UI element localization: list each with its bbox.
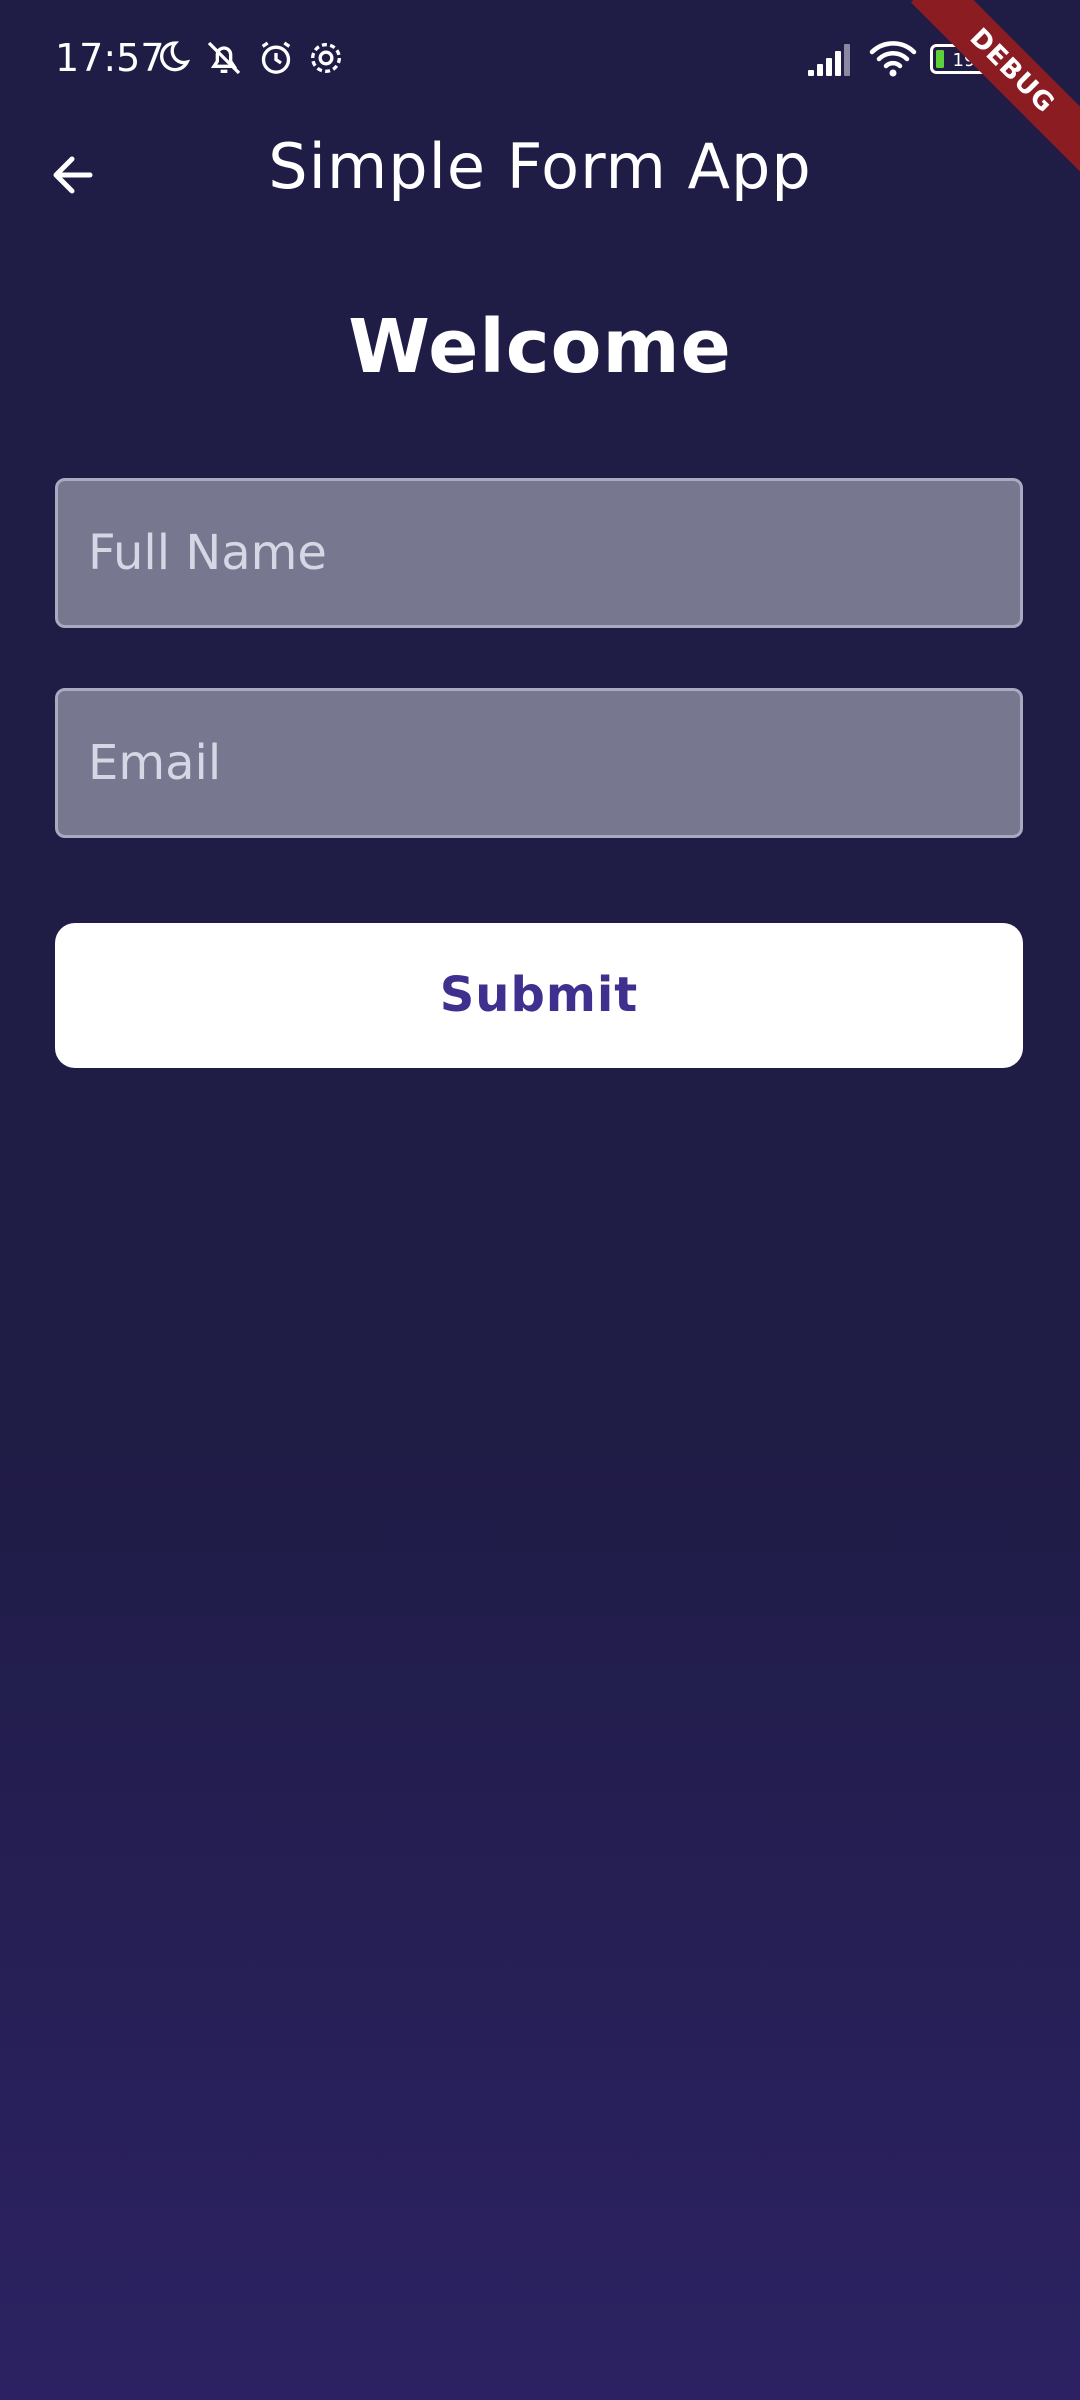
full-name-field[interactable]: [55, 478, 1023, 628]
wifi-icon: [868, 38, 918, 78]
bell-off-icon: [204, 38, 244, 78]
email-field[interactable]: [55, 688, 1023, 838]
submit-button[interactable]: Submit: [55, 923, 1023, 1068]
app-title: Simple Form App: [268, 130, 812, 203]
status-bar: 17:57 19: [0, 0, 1080, 120]
settings-icon: [306, 38, 346, 78]
email-input[interactable]: [58, 691, 1020, 835]
welcome-heading: Welcome: [348, 304, 732, 390]
moon-icon: [152, 38, 192, 78]
signal-icon: [806, 42, 856, 76]
app-bar: Simple Form App: [0, 120, 1080, 220]
battery-level: 19: [953, 50, 976, 71]
status-time: 17:57: [55, 36, 165, 80]
alarm-icon: [256, 38, 296, 78]
full-name-input[interactable]: [58, 481, 1020, 625]
battery-icon: 19: [930, 44, 994, 74]
